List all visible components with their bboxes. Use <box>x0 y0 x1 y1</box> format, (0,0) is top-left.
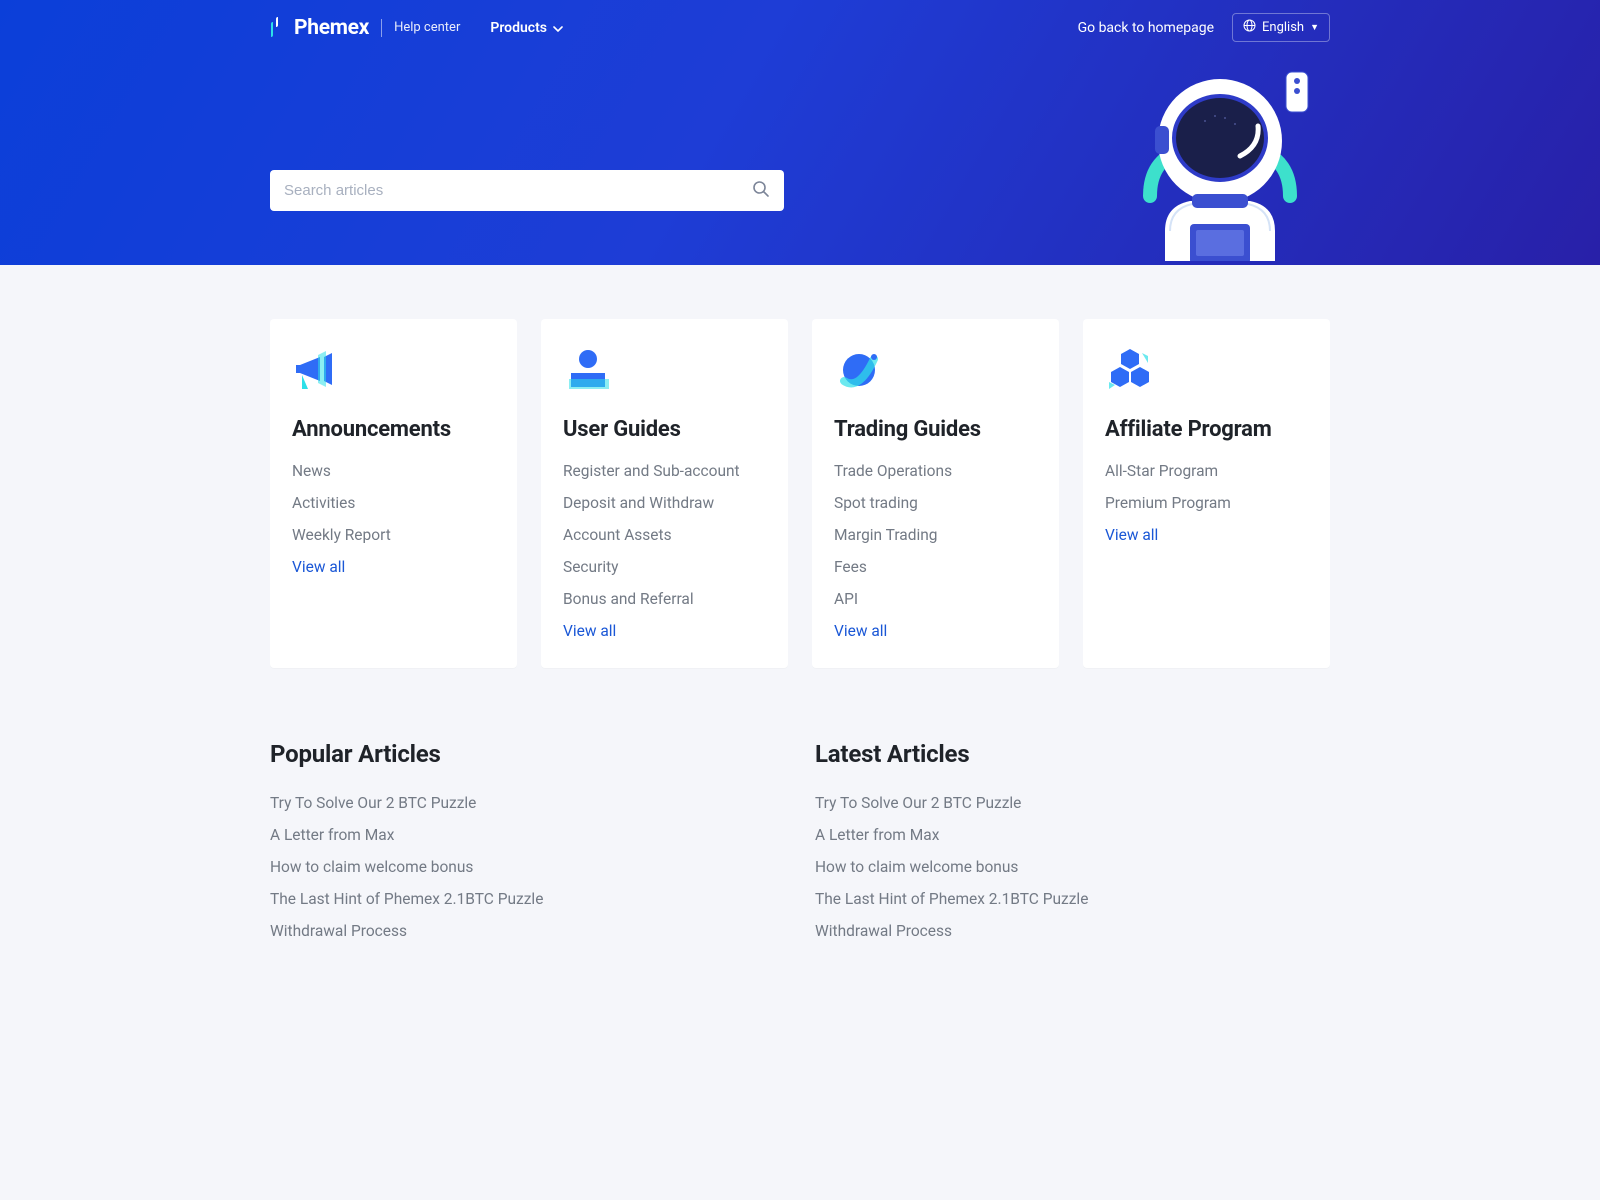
article-link[interactable]: A Letter from Max <box>815 826 1330 844</box>
article-link[interactable]: Try To Solve Our 2 BTC Puzzle <box>815 794 1330 812</box>
card-link[interactable]: Fees <box>834 558 1037 576</box>
help-center-link[interactable]: Help center <box>394 20 460 35</box>
card-link[interactable]: Security <box>563 558 766 576</box>
search-input[interactable] <box>284 182 752 199</box>
logo[interactable]: Phemex <box>270 16 369 40</box>
card-link[interactable]: Register and Sub-account <box>563 462 766 480</box>
hexagons-icon <box>1105 345 1155 395</box>
divider <box>381 19 382 37</box>
top-bar: Phemex Help center Products Go back to h… <box>270 0 1330 55</box>
card-link[interactable]: Spot trading <box>834 494 1037 512</box>
article-link[interactable]: Withdrawal Process <box>815 922 1330 940</box>
card-title: User Guides <box>563 417 766 442</box>
card-link[interactable]: Weekly Report <box>292 526 495 544</box>
popular-articles-section: Popular Articles Try To Solve Our 2 BTC … <box>270 740 785 940</box>
megaphone-icon <box>292 345 342 395</box>
article-link[interactable]: How to claim welcome bonus <box>815 858 1330 876</box>
chevron-down-icon <box>553 20 563 36</box>
products-menu[interactable]: Products <box>490 20 563 36</box>
card-link[interactable]: Premium Program <box>1105 494 1308 512</box>
card-title: Announcements <box>292 417 495 442</box>
search-box[interactable] <box>270 170 784 211</box>
card-link[interactable]: API <box>834 590 1037 608</box>
category-cards: Announcements News Activities Weekly Rep… <box>270 319 1330 668</box>
triangle-down-icon: ▼ <box>1310 22 1319 33</box>
main-content: Announcements News Activities Weekly Rep… <box>270 265 1330 994</box>
card-link[interactable]: Margin Trading <box>834 526 1037 544</box>
card-announcements: Announcements News Activities Weekly Rep… <box>270 319 517 668</box>
article-link[interactable]: The Last Hint of Phemex 2.1BTC Puzzle <box>270 890 785 908</box>
brand-text: Phemex <box>294 16 369 40</box>
card-title: Affiliate Program <box>1105 417 1308 442</box>
article-link[interactable]: The Last Hint of Phemex 2.1BTC Puzzle <box>815 890 1330 908</box>
hero-section: Phemex Help center Products Go back to h… <box>0 0 1600 265</box>
language-selector[interactable]: English ▼ <box>1232 13 1330 42</box>
section-title: Popular Articles <box>270 740 785 768</box>
globe-icon <box>1243 19 1256 36</box>
logo-icon <box>270 17 288 39</box>
view-all-link[interactable]: View all <box>834 622 1037 640</box>
card-link[interactable]: Deposit and Withdraw <box>563 494 766 512</box>
homepage-link[interactable]: Go back to homepage <box>1078 20 1214 36</box>
products-label: Products <box>490 20 547 36</box>
view-all-link[interactable]: View all <box>563 622 766 640</box>
search-icon[interactable] <box>752 180 770 202</box>
planet-icon <box>834 345 884 395</box>
language-label: English <box>1262 20 1304 35</box>
section-title: Latest Articles <box>815 740 1330 768</box>
article-link[interactable]: Try To Solve Our 2 BTC Puzzle <box>270 794 785 812</box>
card-link[interactable]: Account Assets <box>563 526 766 544</box>
article-link[interactable]: A Letter from Max <box>270 826 785 844</box>
article-link[interactable]: Withdrawal Process <box>270 922 785 940</box>
card-link[interactable]: Activities <box>292 494 495 512</box>
card-trading-guides: Trading Guides Trade Operations Spot tra… <box>812 319 1059 668</box>
card-link[interactable]: All-Star Program <box>1105 462 1308 480</box>
latest-articles-section: Latest Articles Try To Solve Our 2 BTC P… <box>815 740 1330 940</box>
card-affiliate-program: Affiliate Program All-Star Program Premi… <box>1083 319 1330 668</box>
view-all-link[interactable]: View all <box>292 558 495 576</box>
astronaut-illustration <box>1110 66 1330 265</box>
view-all-link[interactable]: View all <box>1105 526 1308 544</box>
card-link[interactable]: News <box>292 462 495 480</box>
card-link[interactable]: Trade Operations <box>834 462 1037 480</box>
card-link[interactable]: Bonus and Referral <box>563 590 766 608</box>
user-icon <box>563 345 613 395</box>
card-title: Trading Guides <box>834 417 1037 442</box>
card-user-guides: User Guides Register and Sub-account Dep… <box>541 319 788 668</box>
article-link[interactable]: How to claim welcome bonus <box>270 858 785 876</box>
